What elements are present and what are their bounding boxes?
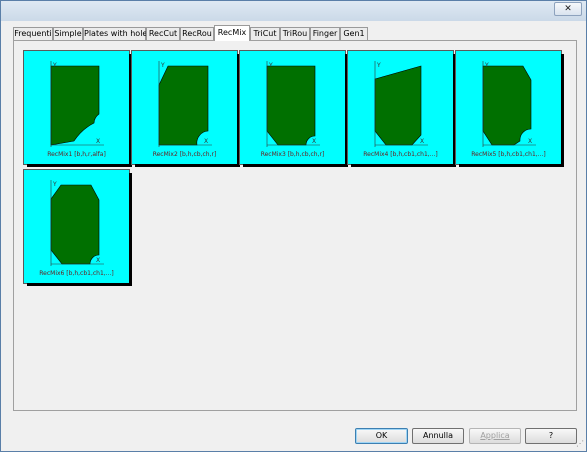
shape-tile-recmix3[interactable]: Y X RecMix3 [b,h,cb,ch,r]: [240, 51, 345, 164]
tile-label: RecMix5 [b,h,cb1,ch1,...]: [471, 151, 546, 158]
shape-tile-recmix6[interactable]: Y X RecMix6 [b,h,cb1,ch1,...]: [24, 170, 129, 283]
tab-recmix[interactable]: RecMix: [214, 25, 250, 41]
tab-gen1[interactable]: Gen1: [340, 27, 368, 40]
tab-trirou[interactable]: TriRou: [280, 27, 310, 40]
tile-label: RecMix2 [b,h,cb,ch,r]: [152, 151, 217, 158]
title-bar: ✕: [1, 1, 586, 20]
shape-tile-recmix1[interactable]: Y X RecMix1 [b,h,r,alfa]: [24, 51, 129, 164]
cancel-button[interactable]: Annulla: [412, 428, 464, 444]
recmix4-diagram: Y X: [374, 61, 428, 147]
y-axis-label: Y: [484, 62, 489, 69]
close-button[interactable]: ✕: [554, 2, 582, 16]
ok-button[interactable]: OK: [355, 428, 408, 444]
tab-reccut[interactable]: RecCut: [146, 27, 180, 40]
recmix1-diagram: Y X: [50, 61, 104, 147]
x-axis-label: X: [96, 257, 100, 264]
dialog-button-bar: OK Annulla Applica ? ⋰: [1, 421, 586, 451]
tile-label: RecMix6 [b,h,cb1,ch1,...]: [39, 270, 114, 277]
y-axis-label: Y: [52, 62, 57, 69]
tab-plates-with-holes[interactable]: Plates with holes: [83, 27, 152, 40]
y-axis-label: Y: [52, 181, 57, 188]
tile-label: RecMix1 [b,h,r,alfa]: [47, 151, 106, 158]
y-axis-label: Y: [376, 62, 381, 69]
x-axis-label: X: [312, 138, 316, 145]
tile-label: RecMix3 [b,h,cb,ch,r]: [260, 151, 325, 158]
shape-tile-recmix4[interactable]: Y X RecMix4 [b,h,cb1,ch1,...]: [348, 51, 453, 164]
dialog-window: ✕ Frequenti Simple Plates with holes Rec…: [0, 0, 587, 452]
close-icon: ✕: [564, 4, 572, 14]
help-button[interactable]: ?: [525, 428, 577, 444]
tab-simple[interactable]: Simple: [53, 27, 83, 40]
tile-label: RecMix4 [b,h,cb1,ch1,...]: [363, 151, 438, 158]
resize-grip-icon[interactable]: ⋰: [574, 439, 584, 449]
apply-button[interactable]: Applica: [469, 428, 521, 444]
tab-frequenti[interactable]: Frequenti: [13, 27, 53, 40]
recmix2-diagram: Y X: [158, 61, 212, 147]
tab-finger[interactable]: Finger: [310, 27, 340, 40]
y-axis-label: Y: [268, 62, 273, 69]
recmix5-diagram: Y X: [482, 61, 536, 147]
y-axis-label: Y: [160, 62, 165, 69]
shape-tile-recmix2[interactable]: Y X RecMix2 [b,h,cb,ch,r]: [132, 51, 237, 164]
x-axis-label: X: [204, 138, 208, 145]
recmix6-diagram: Y X: [50, 180, 104, 266]
x-axis-label: X: [420, 138, 424, 145]
x-axis-label: X: [96, 138, 100, 145]
tab-recrou[interactable]: RecRou: [180, 27, 214, 40]
tab-tricut[interactable]: TriCut: [250, 27, 280, 40]
shape-tile-recmix5[interactable]: Y X RecMix5 [b,h,cb1,ch1,...]: [456, 51, 561, 164]
recmix-panel: Y X RecMix1 [b,h,r,alfa] Y X RecMix2 [b,…: [13, 40, 577, 411]
x-axis-label: X: [528, 138, 532, 145]
recmix3-diagram: Y X: [266, 61, 320, 147]
